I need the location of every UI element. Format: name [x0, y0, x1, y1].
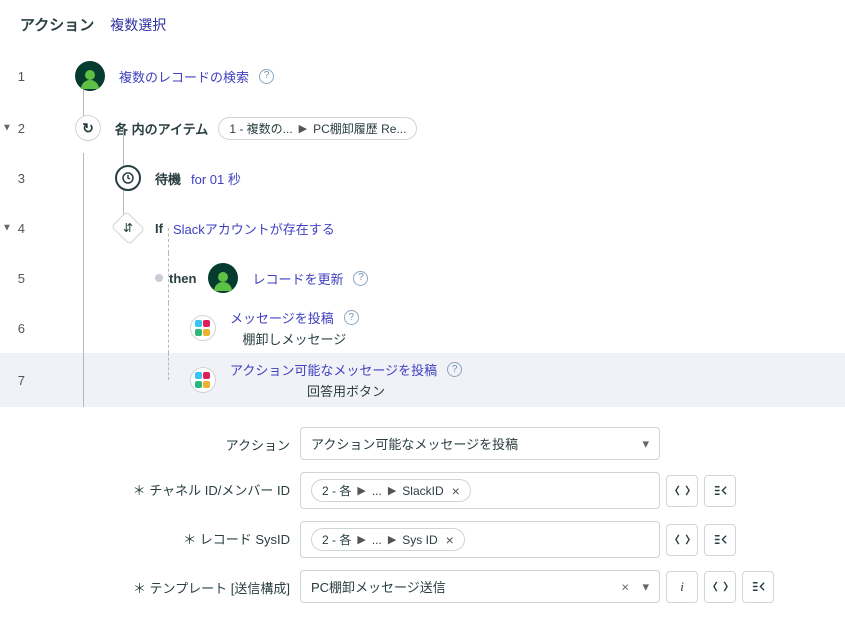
- data-pill-picker-button[interactable]: [704, 524, 736, 556]
- help-icon[interactable]: ?: [353, 271, 368, 286]
- template-select[interactable]: PC棚卸メッセージ送信 × ▾: [300, 570, 660, 603]
- step-row-6[interactable]: 6 メッセージを投稿 ? 棚卸しメッセージ: [0, 303, 845, 353]
- wait-keyword: 待機: [155, 169, 181, 188]
- foreach-icon: ↻: [75, 115, 101, 141]
- collapse-caret-icon[interactable]: ▼: [2, 123, 12, 134]
- field-label: ＊ チャネル ID/メンバー ID: [0, 472, 290, 499]
- then-dot-icon: [155, 274, 163, 282]
- script-button[interactable]: [666, 475, 698, 507]
- then-keyword: then: [169, 271, 196, 286]
- wait-icon: [115, 165, 141, 191]
- help-icon[interactable]: ?: [447, 362, 462, 377]
- chevron-down-icon: ▾: [642, 436, 649, 452]
- help-icon[interactable]: ?: [259, 69, 274, 84]
- row-number: 5: [0, 271, 35, 286]
- if-keyword: If: [155, 221, 163, 236]
- field-channel-id: ＊ チャネル ID/メンバー ID 2 - 各▶ ...▶ SlackID ×: [0, 466, 845, 515]
- channel-id-input[interactable]: 2 - 各▶ ...▶ SlackID ×: [300, 472, 660, 509]
- collapse-caret-icon[interactable]: ▼: [2, 223, 12, 234]
- info-button[interactable]: i: [666, 571, 698, 603]
- if-condition[interactable]: Slackアカウントが存在する: [173, 219, 335, 238]
- field-label: アクション: [0, 427, 290, 454]
- if-icon: ⇵: [111, 211, 145, 245]
- step-row-4[interactable]: ▼ 4 ⇵ If Slackアカウントが存在する: [0, 203, 845, 253]
- wait-detail[interactable]: for 01 秒: [191, 169, 241, 188]
- step-row-3[interactable]: 3 待機 for 01 秒: [0, 153, 845, 203]
- step-row-7[interactable]: 7 アクション可能なメッセージを投稿 ? 回答用ボタン: [0, 353, 845, 407]
- step-title[interactable]: 複数のレコードの検索: [119, 67, 249, 86]
- step-title: 各 内のアイテム: [115, 119, 208, 138]
- clear-icon[interactable]: ×: [621, 579, 629, 594]
- row-number: ▼ 4: [0, 221, 35, 236]
- remove-pill-icon[interactable]: ×: [446, 532, 454, 548]
- slack-icon: [190, 315, 216, 341]
- select-value: PC棚卸メッセージ送信: [311, 577, 446, 596]
- data-pill-picker-button[interactable]: [704, 475, 736, 507]
- section-header: アクション 複数選択: [0, 10, 845, 49]
- slack-icon: [190, 367, 216, 393]
- section-title: アクション: [20, 14, 94, 35]
- row-number: ▼ 2: [0, 121, 35, 136]
- field-label: ＊ テンプレート [送信構成]: [0, 570, 290, 597]
- step-row-1[interactable]: 1 複数のレコードの検索 ?: [0, 49, 845, 103]
- data-pill-picker-button[interactable]: [742, 571, 774, 603]
- chevron-down-icon: ▾: [642, 579, 649, 595]
- action-select[interactable]: アクション可能なメッセージを投稿 ▾: [300, 427, 660, 460]
- field-label: ＊ レコード SysID: [0, 521, 290, 548]
- field-action: アクション アクション可能なメッセージを投稿 ▾: [0, 421, 845, 466]
- iterator-pill[interactable]: 1 - 複数の... ▶ PC棚卸履歴 Re...: [218, 117, 417, 140]
- script-button[interactable]: [666, 524, 698, 556]
- data-pill[interactable]: 2 - 各▶ ...▶ Sys ID ×: [311, 528, 465, 551]
- step-title[interactable]: メッセージを投稿: [230, 308, 334, 327]
- step-subtitle: 棚卸しメッセージ: [243, 329, 347, 348]
- data-pill[interactable]: 2 - 各▶ ...▶ SlackID ×: [311, 479, 471, 502]
- script-button[interactable]: [704, 571, 736, 603]
- remove-pill-icon[interactable]: ×: [452, 483, 460, 499]
- step-title[interactable]: レコードを更新: [252, 269, 343, 288]
- lookup-records-icon: [75, 61, 105, 91]
- field-template: ＊ テンプレート [送信構成] PC棚卸メッセージ送信 × ▾ i: [0, 564, 845, 609]
- select-value: アクション可能なメッセージを投稿: [311, 434, 518, 453]
- step-row-5[interactable]: 5 then レコードを更新 ?: [0, 253, 845, 303]
- row-number: 3: [0, 171, 35, 186]
- row-number: 1: [0, 69, 35, 84]
- step-subtitle: 回答用ボタン: [307, 381, 385, 400]
- sysid-input[interactable]: 2 - 各▶ ...▶ Sys ID ×: [300, 521, 660, 558]
- help-icon[interactable]: ?: [344, 310, 359, 325]
- step-row-2[interactable]: ▼ 2 ↻ 各 内のアイテム 1 - 複数の... ▶ PC棚卸履歴 Re...: [0, 103, 845, 153]
- row-number: 6: [0, 321, 35, 336]
- step-title[interactable]: アクション可能なメッセージを投稿: [230, 360, 437, 379]
- update-record-icon: [208, 263, 238, 293]
- row-number: 7: [0, 373, 35, 388]
- field-record-sysid: ＊ レコード SysID 2 - 各▶ ...▶ Sys ID ×: [0, 515, 845, 564]
- multi-select-link[interactable]: 複数選択: [110, 15, 166, 35]
